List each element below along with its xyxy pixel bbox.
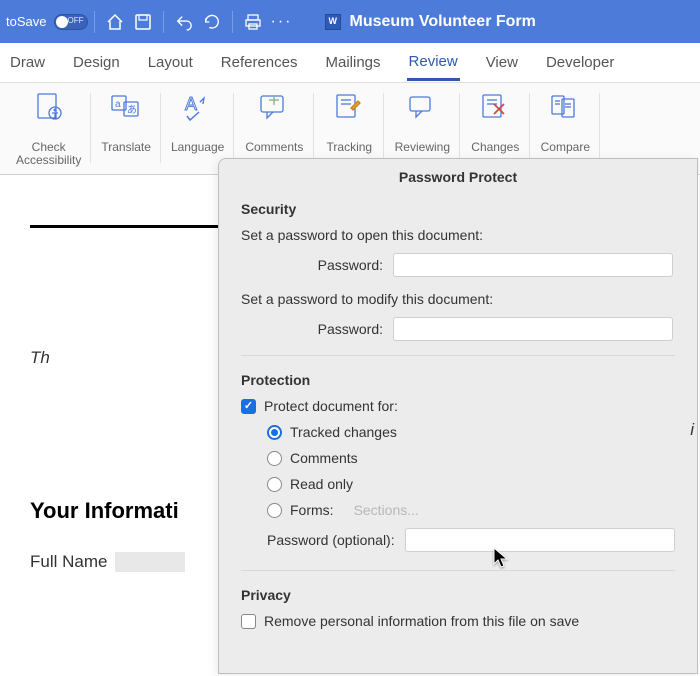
radio-readonly[interactable] bbox=[267, 477, 282, 492]
autosave-toggle[interactable]: OFF bbox=[54, 14, 88, 30]
radio-forms[interactable] bbox=[267, 503, 282, 518]
comments-icon[interactable] bbox=[254, 87, 294, 127]
language-icon[interactable]: A bbox=[178, 87, 218, 127]
open-password-input[interactable] bbox=[393, 253, 673, 277]
group-accessibility: Check Accessibility bbox=[6, 87, 91, 174]
tab-view[interactable]: View bbox=[484, 46, 520, 79]
undo-icon[interactable] bbox=[170, 8, 198, 36]
radio-forms-label: Forms: bbox=[290, 502, 334, 518]
modify-password-input[interactable] bbox=[393, 317, 673, 341]
tab-draw[interactable]: Draw bbox=[8, 46, 47, 79]
fullname-label: Full Name bbox=[30, 552, 107, 572]
security-heading: Security bbox=[241, 201, 675, 217]
tracking-icon[interactable] bbox=[329, 87, 369, 127]
protect-for-label: Protect document for: bbox=[264, 398, 398, 414]
compare-icon[interactable] bbox=[545, 87, 585, 127]
privacy-heading: Privacy bbox=[241, 587, 675, 603]
radio-tracked-changes[interactable] bbox=[267, 425, 282, 440]
radio-readonly-label: Read only bbox=[290, 476, 353, 492]
remove-pii-checkbox[interactable] bbox=[241, 614, 256, 629]
security-open-text: Set a password to open this document: bbox=[241, 227, 675, 243]
changes-icon[interactable] bbox=[475, 87, 515, 127]
remove-pii-label: Remove personal information from this fi… bbox=[264, 613, 579, 629]
translate-icon[interactable]: aあ bbox=[106, 87, 146, 127]
autosave-label: toSave bbox=[6, 14, 46, 29]
changes-label: Changes bbox=[471, 141, 519, 154]
tab-references[interactable]: References bbox=[219, 46, 300, 79]
password-label-1: Password: bbox=[318, 257, 383, 273]
fullname-field[interactable] bbox=[115, 552, 185, 572]
sections-button: Sections... bbox=[354, 502, 419, 518]
svg-text:A: A bbox=[185, 94, 197, 114]
protection-password-input[interactable] bbox=[405, 528, 675, 552]
accessibility-label: Check Accessibility bbox=[16, 141, 81, 167]
tab-design[interactable]: Design bbox=[71, 46, 122, 79]
radio-comments-label: Comments bbox=[290, 450, 358, 466]
radio-tracked-label: Tracked changes bbox=[290, 424, 397, 440]
tab-developer[interactable]: Developer bbox=[544, 46, 616, 79]
group-translate: aあ Translate bbox=[91, 87, 161, 174]
reviewing-label: Reviewing bbox=[395, 141, 450, 154]
svg-text:あ: あ bbox=[127, 104, 137, 116]
print-icon[interactable] bbox=[239, 8, 267, 36]
check-accessibility-icon[interactable] bbox=[29, 87, 69, 127]
svg-text:a: a bbox=[115, 99, 121, 110]
redo-icon[interactable] bbox=[198, 8, 226, 36]
translate-label: Translate bbox=[101, 141, 151, 154]
tab-review[interactable]: Review bbox=[407, 45, 460, 81]
password-optional-label: Password (optional): bbox=[267, 532, 395, 548]
language-label: Language bbox=[171, 141, 224, 154]
word-doc-icon bbox=[325, 14, 341, 30]
title-bar: toSave OFF ··· Museum Volunteer Form bbox=[0, 0, 700, 43]
dialog-title: Password Protect bbox=[219, 159, 697, 201]
radio-comments[interactable] bbox=[267, 451, 282, 466]
password-protect-dialog: Password Protect Security Set a password… bbox=[218, 158, 698, 674]
security-modify-text: Set a password to modify this document: bbox=[241, 291, 675, 307]
doc-text-fragment: i bbox=[690, 420, 694, 440]
document-title: Museum Volunteer Form bbox=[349, 13, 535, 31]
home-icon[interactable] bbox=[101, 8, 129, 36]
reviewing-icon[interactable] bbox=[402, 87, 442, 127]
ribbon-tabs: Draw Design Layout References Mailings R… bbox=[0, 43, 700, 83]
protect-for-checkbox[interactable] bbox=[241, 399, 256, 414]
tab-layout[interactable]: Layout bbox=[146, 46, 195, 79]
comments-label: Comments bbox=[245, 141, 303, 154]
more-icon[interactable]: ··· bbox=[267, 8, 295, 36]
autosave-control[interactable]: toSave OFF bbox=[6, 14, 88, 30]
compare-label: Compare bbox=[541, 141, 590, 154]
protection-heading: Protection bbox=[241, 372, 675, 388]
save-icon[interactable] bbox=[129, 8, 157, 36]
password-label-2: Password: bbox=[318, 321, 383, 337]
tracking-label: Tracking bbox=[327, 141, 373, 154]
tab-mailings[interactable]: Mailings bbox=[323, 46, 382, 79]
